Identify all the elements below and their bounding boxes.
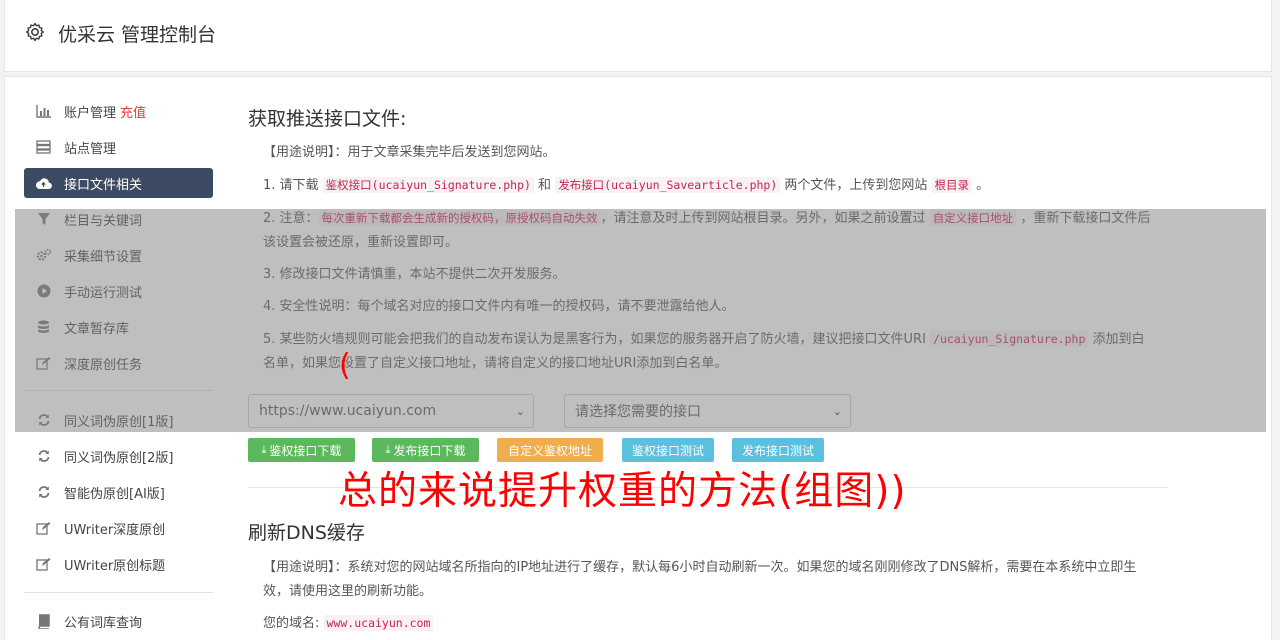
server-icon (35, 139, 52, 156)
code-root-dir: 根目录 (931, 177, 973, 193)
test-publish-button[interactable]: 发布接口测试 (732, 438, 824, 462)
download-auth-button[interactable]: ⤓ 鉴权接口下载 (248, 438, 355, 462)
sidebar-item-synonym-v2[interactable]: 同义词伪原创[2版] (24, 441, 213, 471)
step-1: 1. 请下载 鉴权接口(ucaiyun_Signature.php) 和 发布接… (263, 173, 1153, 198)
code-signature: 鉴权接口(ucaiyun_Signature.php) (322, 177, 534, 193)
domain-value: www.ucaiyun.com (323, 615, 434, 631)
sidebar-item-sites[interactable]: 站点管理 (24, 132, 213, 162)
button-label: 鉴权接口测试 (631, 443, 704, 458)
sidebar-item-label: 同义词伪原创[2版] (64, 450, 174, 466)
download-publish-button[interactable]: ⤓ 发布接口下载 (372, 438, 479, 462)
sidebar-item-ai-original[interactable]: 智能伪原创[AI版] (24, 477, 213, 507)
recharge-link[interactable]: 充值 (120, 102, 146, 121)
app-title: 优采云 管理控制台 (58, 24, 217, 46)
edit-icon (35, 520, 52, 537)
custom-auth-url-button[interactable]: 自定义鉴权地址 (497, 438, 603, 462)
step-text: 两个文件，上传到您网站 (780, 178, 932, 193)
overlay-caption: 总的来说提升权重的方法(组图)) (338, 469, 907, 514)
button-label: 自定义鉴权地址 (507, 443, 592, 458)
test-auth-button[interactable]: 鉴权接口测试 (622, 438, 714, 462)
edit-icon (35, 556, 52, 573)
sidebar-item-public-lexicon[interactable]: 公有词库查询 (24, 606, 213, 636)
sidebar-item-uwriter-deep[interactable]: UWriter深度原创 (24, 513, 213, 543)
step-text: 和 (533, 178, 556, 193)
top-bar: 优采云 管理控制台 (4, 0, 1272, 72)
sidebar-item-label: UWriter原创标题 (64, 558, 166, 574)
dns-usage-text: 【用途说明】：系统对您的网站域名所指向的IP地址进行了缓存，默认每6小时自动刷新… (263, 560, 1137, 599)
sidebar-item-label: 公有词库查询 (64, 615, 143, 631)
download-icon: ⤓ (385, 443, 391, 456)
download-icon: ⤓ (261, 443, 267, 456)
sidebar-item-label: 智能伪原创[AI版] (64, 486, 165, 502)
gray-overlay (15, 209, 1266, 432)
refresh-icon (35, 484, 52, 501)
button-label: 发布接口测试 (741, 443, 814, 458)
sidebar-item-interface-files[interactable]: 接口文件相关 (24, 168, 213, 198)
step-text: 1. 请下载 (263, 178, 323, 193)
gear-icon (25, 22, 45, 42)
section-title-dns: 刷新DNS缓存 (248, 522, 365, 544)
book-icon (35, 613, 52, 630)
overlay-paren: ( (339, 348, 351, 383)
sidebar-item-uwriter-title[interactable]: UWriter原创标题 (24, 549, 213, 579)
section-title-push-files: 获取推送接口文件: (248, 108, 407, 130)
refresh-icon (35, 448, 52, 465)
button-label: 鉴权接口下载 (269, 443, 342, 458)
bar-chart-icon (35, 103, 52, 120)
divider (24, 592, 213, 593)
sidebar-item-label: 账户管理 (64, 105, 117, 121)
step-text: 。 (972, 178, 990, 193)
domain-row: 您的域名: www.ucaiyun.com (263, 611, 1153, 636)
sidebar-item-account[interactable]: 账户管理 充值 (24, 96, 213, 126)
button-label: 发布接口下载 (393, 443, 466, 458)
cloud-upload-icon (35, 175, 52, 192)
sidebar-item-label: UWriter深度原创 (64, 522, 166, 538)
sidebar-item-label: 接口文件相关 (64, 177, 143, 193)
domain-label: 您的域名: (263, 616, 320, 631)
usage-text: 【用途说明】：用于文章采集完毕后发送到您网站。 (263, 145, 556, 160)
code-savearticle: 发布接口(ucaiyun_Savearticle.php) (555, 177, 781, 193)
sidebar-item-label: 站点管理 (64, 141, 117, 157)
